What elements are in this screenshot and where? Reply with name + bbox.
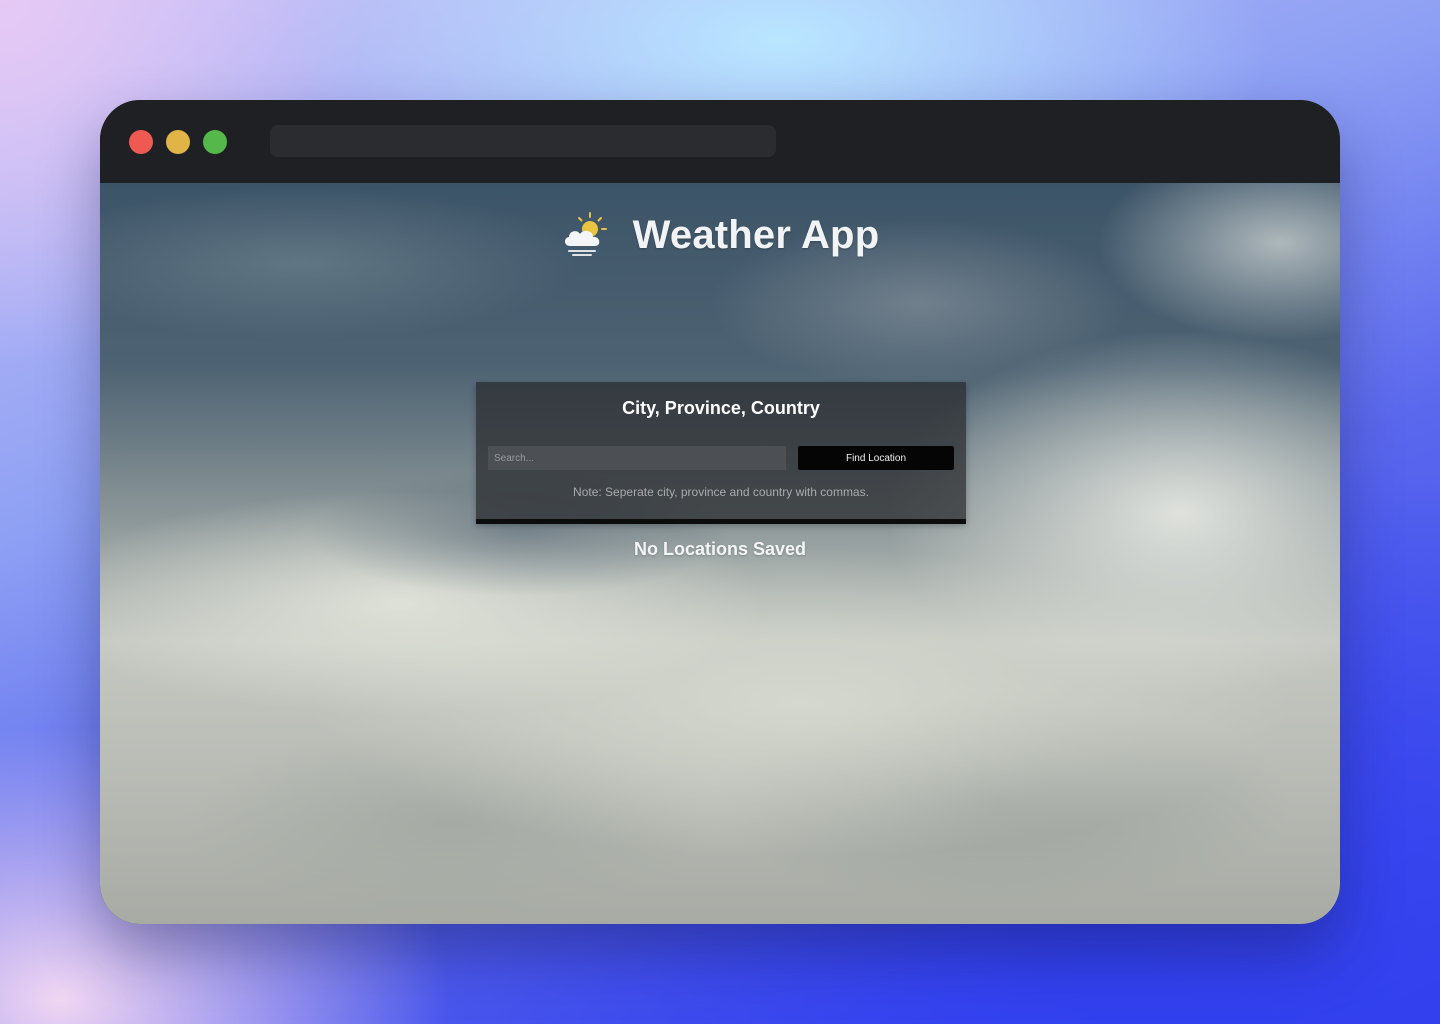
partly-cloudy-fog-icon xyxy=(561,210,609,260)
search-card-title: City, Province, Country xyxy=(622,398,820,418)
maximize-window-icon[interactable] xyxy=(203,130,227,154)
location-search-card: City, Province, Country Find Location No… xyxy=(476,382,966,524)
browser-titlebar xyxy=(100,100,1340,183)
saved-locations-empty-message: No Locations Saved xyxy=(633,539,807,559)
app-header: Weather App xyxy=(100,205,1340,265)
minimize-window-icon[interactable] xyxy=(166,130,190,154)
location-search-input[interactable] xyxy=(488,446,786,470)
browser-window: Weather App City, Province, Country Find… xyxy=(100,100,1340,924)
close-window-icon[interactable] xyxy=(129,130,153,154)
page-viewport: Weather App City, Province, Country Find… xyxy=(100,183,1340,924)
search-note: Note: Seperate city, province and countr… xyxy=(573,485,869,499)
find-location-button[interactable]: Find Location xyxy=(798,446,954,470)
address-bar[interactable] xyxy=(270,125,776,157)
app-title: Weather App xyxy=(632,212,880,257)
